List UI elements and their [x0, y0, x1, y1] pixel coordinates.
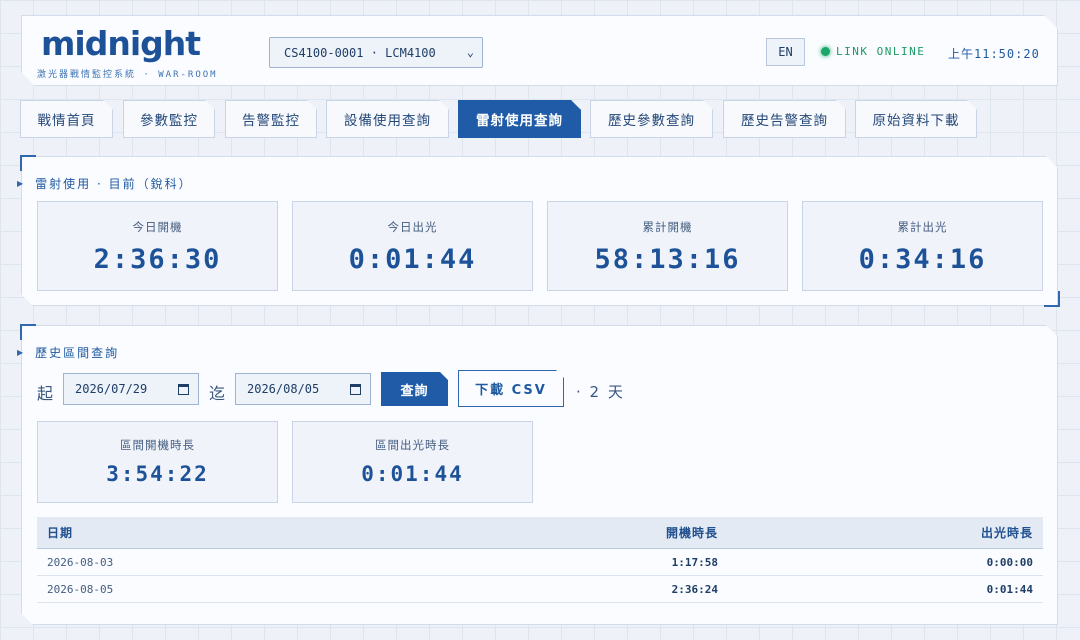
column-header-power-on[interactable]: 開機時長	[477, 524, 718, 541]
tab-history-parameters[interactable]: 歷史參數查詢	[590, 100, 713, 138]
stat-card-range-power-on: 區間開機時長 3:54:22	[37, 421, 278, 503]
tab-laser-usage[interactable]: 雷射使用查詢	[458, 100, 581, 138]
tab-equipment-usage[interactable]: 設備使用查詢	[326, 100, 449, 138]
stat-value: 0:01:44	[348, 244, 477, 275]
usage-history-table: 日期 開機時長 出光時長 2026-08-03 1:17:58 0:00:00 …	[37, 517, 1043, 603]
panel-corner-decoration	[20, 155, 36, 171]
stat-value: 3:54:22	[106, 462, 209, 486]
calendar-icon[interactable]	[350, 384, 361, 395]
stat-card-total-power-on: 累計開機 58:13:16	[547, 201, 788, 291]
table-cell-emission: 0:00:00	[986, 555, 1033, 569]
table-cell-power-on: 1:17:58	[671, 555, 718, 569]
stat-label: 區間出光時長	[375, 438, 450, 452]
table-cell-date: 2026-08-03	[47, 555, 114, 569]
link-status: LINK ONLINE	[821, 45, 925, 58]
from-date-input[interactable]: 2026/07/29	[63, 373, 199, 405]
stat-label: 區間開機時長	[120, 438, 195, 452]
column-header-emission[interactable]: 出光時長	[718, 524, 1043, 541]
history-section-title-text: 歷史區間查詢	[35, 346, 120, 360]
device-select-value: CS4100-0001 · LCM4100	[284, 45, 436, 60]
stat-card-today-emission: 今日出光 0:01:44	[292, 201, 533, 291]
tab-history-alarms[interactable]: 歷史告警查詢	[723, 100, 846, 138]
chevron-down-icon: ⌄	[466, 45, 474, 59]
stat-card-today-power-on: 今日開機 2:36:30	[37, 201, 278, 291]
triangle-right-icon: ▶	[17, 179, 26, 188]
table-row: 2026-08-05 2:36:24 0:01:44	[37, 576, 1043, 603]
triangle-right-icon: ▶	[17, 348, 26, 357]
language-button[interactable]: EN	[766, 38, 805, 66]
table-row: 2026-08-03 1:17:58 0:00:00	[37, 549, 1043, 576]
panel-corner-decoration	[1044, 291, 1060, 307]
app-logo: midnight	[41, 24, 201, 63]
to-label: 迄	[209, 384, 226, 403]
query-button[interactable]: 查詢	[381, 372, 448, 406]
stat-value: 0:01:44	[361, 462, 464, 486]
to-date-input[interactable]: 2026/08/05	[235, 373, 371, 405]
from-label: 起	[37, 384, 54, 403]
stat-label: 累計開機	[642, 220, 693, 234]
stat-label: 累計出光	[897, 220, 948, 234]
app-subtitle: 激光器戰情監控系統 · WAR-ROOM	[37, 70, 218, 80]
download-csv-button[interactable]: 下載 CSV	[458, 370, 564, 407]
tab-parameter-monitor[interactable]: 參數監控	[123, 100, 215, 138]
stat-label: 今日開機	[132, 220, 183, 234]
stat-value: 0:34:16	[858, 244, 987, 275]
stat-card-total-emission: 累計出光 0:34:16	[802, 201, 1043, 291]
status-dot-icon	[821, 47, 830, 56]
usage-section-title-text: 雷射使用 · 目前（銳科）	[35, 177, 193, 191]
app-header: midnight 激光器戰情監控系統 · WAR-ROOM CS4100-000…	[21, 15, 1058, 86]
calendar-icon[interactable]	[178, 384, 189, 395]
column-header-date[interactable]: 日期	[37, 524, 477, 541]
stat-card-range-emission: 區間出光時長 0:01:44	[292, 421, 533, 503]
to-date-value: 2026/08/05	[247, 382, 320, 396]
usage-section-title: ▶ 雷射使用 · 目前（銳科）	[17, 175, 193, 192]
table-cell-power-on: 2:36:24	[671, 582, 718, 596]
tab-war-room-home[interactable]: 戰情首頁	[20, 100, 113, 138]
link-status-text: LINK ONLINE	[836, 45, 926, 58]
table-cell-emission: 0:01:44	[986, 582, 1033, 596]
stat-value: 2:36:30	[93, 244, 222, 275]
tab-raw-data-download[interactable]: 原始資料下載	[855, 100, 977, 138]
clock: 上午11:50:20	[948, 47, 1040, 61]
range-days-text: · 2 天	[576, 383, 625, 401]
tab-alarm-monitor[interactable]: 告警監控	[225, 100, 317, 138]
stat-label: 今日出光	[387, 220, 438, 234]
device-select[interactable]: CS4100-0001 · LCM4100 ⌄	[269, 37, 483, 68]
table-header-row: 日期 開機時長 出光時長	[37, 517, 1043, 549]
from-date-value: 2026/07/29	[75, 382, 148, 396]
panel-corner-decoration	[20, 324, 36, 340]
table-cell-date: 2026-08-05	[47, 582, 114, 596]
stat-value: 58:13:16	[594, 244, 741, 275]
history-section-title: ▶ 歷史區間查詢	[17, 344, 119, 361]
